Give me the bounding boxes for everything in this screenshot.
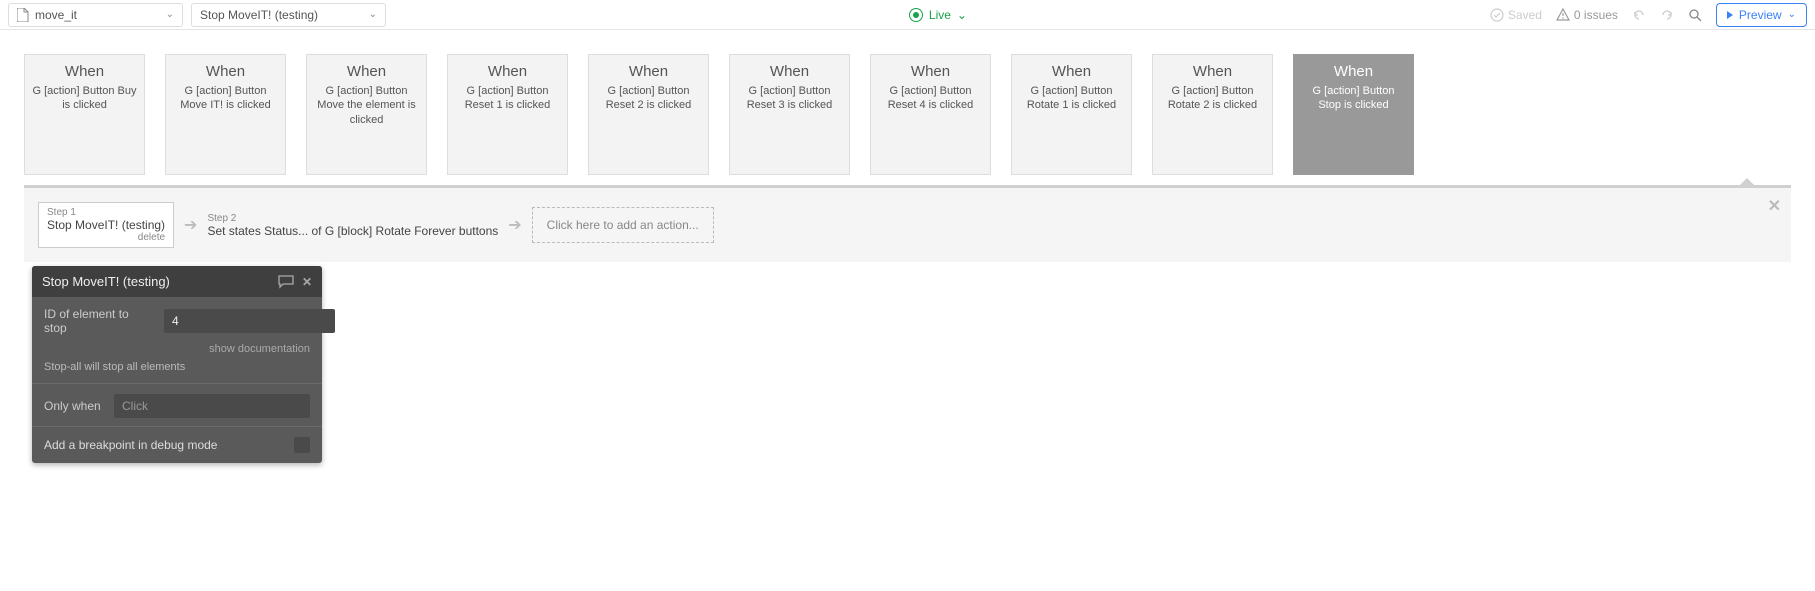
search-button[interactable]: [1688, 8, 1702, 22]
card-desc: G [action] Button Rotate 2 is clicked: [1159, 84, 1266, 113]
card-desc: G [action] Button Reset 3 is clicked: [736, 84, 843, 113]
close-icon[interactable]: ✕: [1768, 196, 1781, 216]
step-1-card[interactable]: Step 1 Stop MoveIT! (testing) delete: [38, 202, 174, 248]
card-when: When: [313, 63, 420, 80]
live-status[interactable]: Live ⌄: [901, 3, 975, 27]
divider: [32, 426, 322, 427]
field-label: Only when: [44, 399, 104, 413]
card-desc: G [action] Button Reset 4 is clicked: [877, 84, 984, 113]
card-desc: G [action] Button Reset 1 is clicked: [454, 84, 561, 113]
workflow-card[interactable]: When G [action] Button Move IT! is clicke…: [165, 54, 286, 175]
undo-icon: [1632, 8, 1646, 22]
card-desc: G [action] Button Rotate 1 is clicked: [1018, 84, 1125, 113]
card-when: When: [1159, 63, 1266, 80]
workflow-card[interactable]: When G [action] Button Rotate 1 is clicke…: [1011, 54, 1132, 175]
card-when: When: [736, 63, 843, 80]
field-label: ID of element to stop: [44, 307, 154, 335]
card-desc: G [action] Button Stop is clicked: [1300, 84, 1407, 113]
redo-button[interactable]: [1660, 8, 1674, 22]
chevron-down-icon: ⌄: [166, 9, 174, 20]
redo-icon: [1660, 8, 1674, 22]
workflow-card[interactable]: When G [action] Button Move the element i…: [306, 54, 427, 175]
warning-icon: [1556, 8, 1570, 22]
property-panel: Stop MoveIT! (testing) ✕ ID of element t…: [32, 266, 322, 463]
page-name: move_it: [35, 8, 77, 22]
panel-title: Stop MoveIT! (testing): [42, 274, 170, 289]
workflow-cards: WhenG [action] Button Buy is clickedWhen…: [0, 30, 1815, 185]
breakpoint-checkbox[interactable]: [294, 437, 310, 453]
workflow-card[interactable]: When G [action] Button Buy is clicked: [24, 54, 145, 175]
card-when: When: [1300, 63, 1407, 80]
chevron-down-icon: ⌄: [369, 9, 377, 20]
step-label: Step 2: [207, 213, 498, 224]
workflow-card[interactable]: When G [action] Button Reset 3 is clicked: [729, 54, 850, 175]
target-icon: [909, 8, 923, 22]
add-action-button[interactable]: Click here to add an action...: [532, 207, 714, 243]
panel-header[interactable]: Stop MoveIT! (testing) ✕: [32, 266, 322, 297]
field-id-row: ID of element to stop: [44, 307, 310, 335]
comment-icon[interactable]: [278, 275, 294, 289]
file-icon: [17, 8, 29, 22]
step-2-card[interactable]: Step 2 Set states Status... of G [block]…: [207, 213, 498, 238]
top-bar: move_it ⌄ Stop MoveIT! (testing) ⌄ Live …: [0, 0, 1815, 30]
play-icon: [1727, 11, 1733, 19]
card-desc: G [action] Button Move the element is cl…: [313, 84, 420, 127]
step-strip-container: ✕ Step 1 Stop MoveIT! (testing) delete ➔…: [0, 185, 1815, 262]
step-strip: ✕ Step 1 Stop MoveIT! (testing) delete ➔…: [24, 185, 1791, 262]
only-when-row: Only when: [44, 394, 310, 418]
saved-status: Saved: [1490, 8, 1542, 22]
right-tools: Saved 0 issues Preview ⌄: [1490, 3, 1807, 27]
workflow-card[interactable]: When G [action] Button Reset 4 is clicked: [870, 54, 991, 175]
card-desc: G [action] Button Move IT! is clicked: [172, 84, 279, 113]
page-dropdown[interactable]: move_it ⌄: [8, 3, 183, 27]
close-icon[interactable]: ✕: [302, 275, 312, 289]
workflow-card[interactable]: When G [action] Button Reset 2 is clicked: [588, 54, 709, 175]
card-when: When: [172, 63, 279, 80]
only-when-input[interactable]: [114, 394, 310, 418]
panel-note: Stop-all will stop all elements: [44, 361, 310, 373]
field-label: Add a breakpoint in debug mode: [44, 438, 217, 452]
card-desc: G [action] Button Buy is clicked: [31, 84, 138, 113]
card-when: When: [1018, 63, 1125, 80]
workflow-card[interactable]: When G [action] Button Rotate 2 is clicke…: [1152, 54, 1273, 175]
preview-button[interactable]: Preview ⌄: [1716, 3, 1807, 27]
id-input[interactable]: [164, 309, 335, 333]
card-when: When: [31, 63, 138, 80]
workflow-dropdown[interactable]: Stop MoveIT! (testing) ⌄: [191, 3, 386, 27]
arrow-right-icon: ➔: [184, 215, 197, 235]
breakpoint-row: Add a breakpoint in debug mode: [44, 437, 310, 453]
card-when: When: [595, 63, 702, 80]
step-label: Step 1: [47, 207, 165, 218]
check-icon: [1490, 8, 1504, 22]
workflow-card[interactable]: When G [action] Button Reset 1 is clicked: [447, 54, 568, 175]
show-documentation-link[interactable]: show documentation: [44, 343, 310, 355]
workflow-name: Stop MoveIT! (testing): [200, 8, 318, 22]
step-body: Set states Status... of G [block] Rotate…: [207, 224, 498, 238]
search-icon: [1688, 8, 1702, 22]
card-when: When: [877, 63, 984, 80]
chevron-down-icon: ⌄: [957, 8, 967, 22]
step-body: Stop MoveIT! (testing): [47, 218, 165, 232]
chevron-down-icon: ⌄: [1788, 9, 1796, 20]
live-label: Live: [929, 8, 951, 22]
card-desc: G [action] Button Reset 2 is clicked: [595, 84, 702, 113]
workflow-card[interactable]: When G [action] Button Stop is clicked: [1293, 54, 1414, 175]
undo-button[interactable]: [1632, 8, 1646, 22]
delete-link[interactable]: delete: [47, 232, 165, 243]
card-when: When: [454, 63, 561, 80]
issues-status[interactable]: 0 issues: [1556, 8, 1618, 22]
arrow-right-icon: ➔: [508, 215, 521, 235]
divider: [32, 383, 322, 384]
